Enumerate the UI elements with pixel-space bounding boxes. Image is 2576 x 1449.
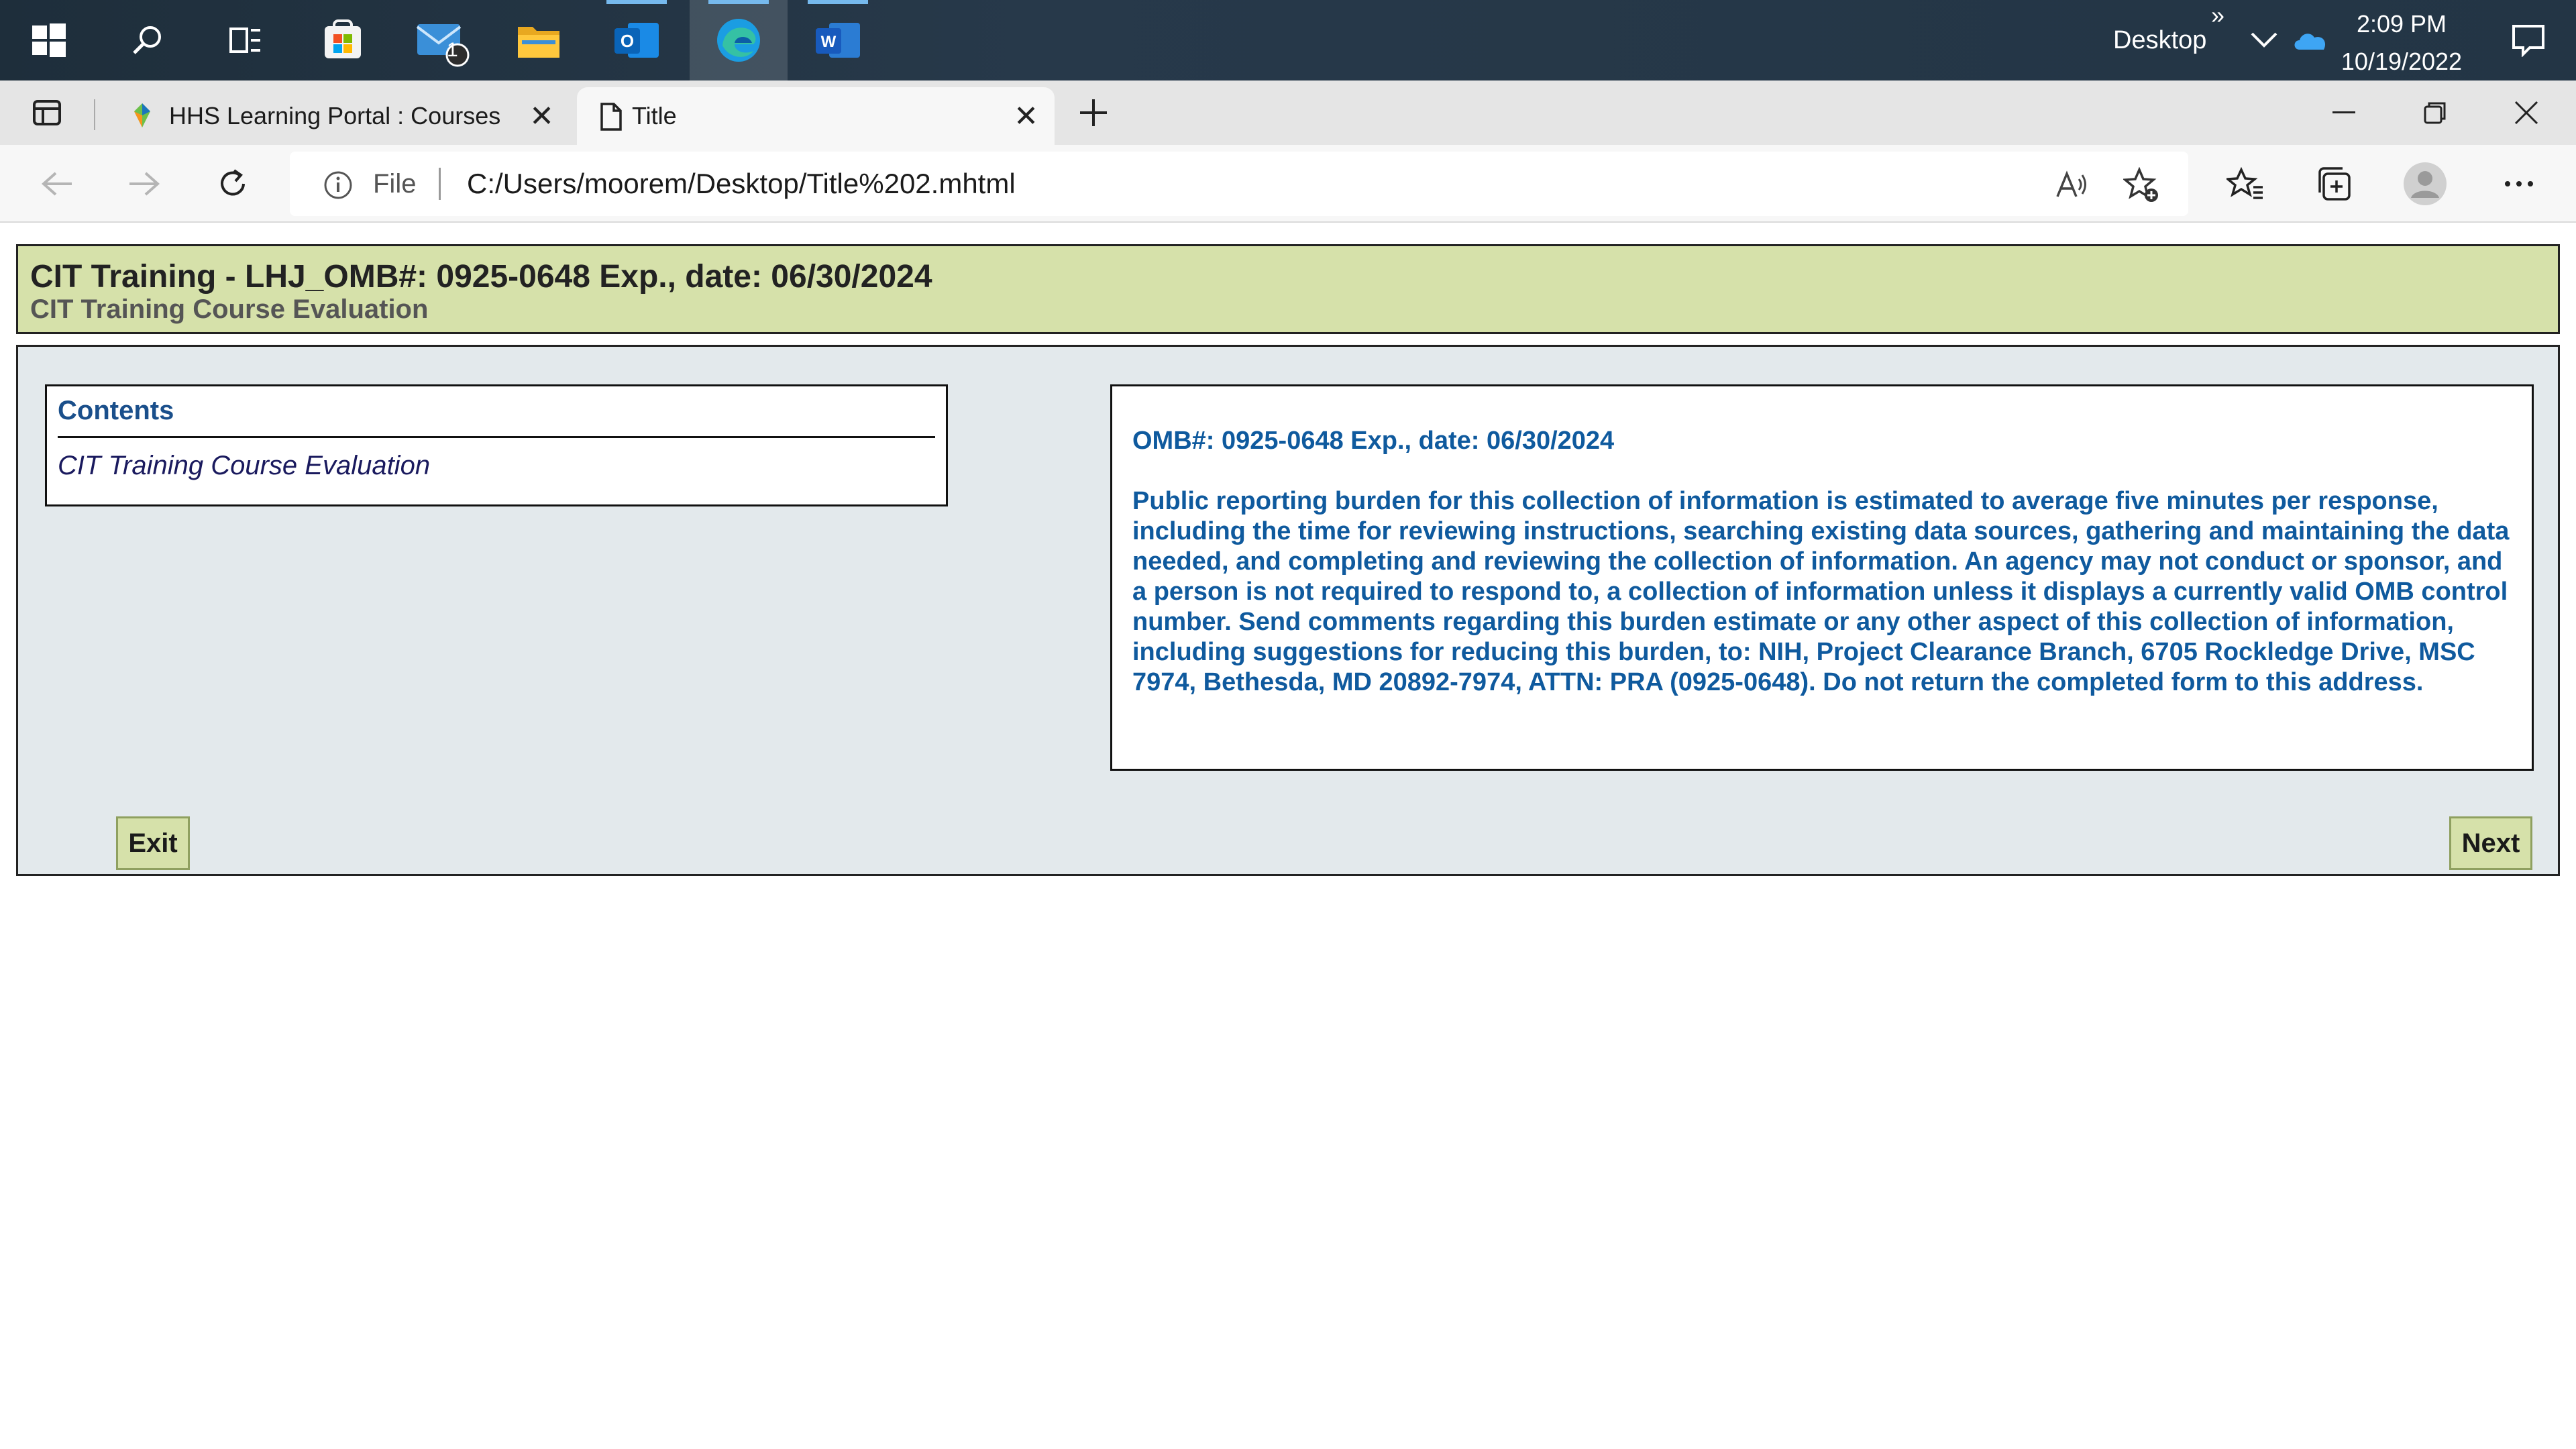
mail-badge: 1 xyxy=(447,39,458,61)
taskbar: 1 O W Desktop » 2:09 PM 10/19/2022 xyxy=(0,0,2576,80)
file-explorer-icon[interactable] xyxy=(490,0,588,80)
omb-burden-statement: Public reporting burden for this collect… xyxy=(1132,487,2510,696)
system-clock[interactable]: 2:09 PM 10/19/2022 xyxy=(2314,5,2489,80)
contents-divider xyxy=(58,436,935,438)
clock-date: 10/19/2022 xyxy=(2341,48,2463,75)
word-icon[interactable]: W xyxy=(789,0,887,80)
task-view-icon[interactable] xyxy=(196,0,294,80)
profile-avatar-icon[interactable] xyxy=(2388,145,2462,223)
new-tab-icon[interactable] xyxy=(1060,80,1127,145)
svg-text:W: W xyxy=(821,33,837,51)
forward-icon[interactable] xyxy=(107,145,181,223)
clock-time: 2:09 PM xyxy=(2356,10,2447,38)
tab-strip: HHS Learning Portal : Courses ✕ Title ✕ xyxy=(0,80,2576,145)
read-aloud-icon[interactable] xyxy=(2053,166,2090,204)
favorites-icon[interactable] xyxy=(2208,145,2282,223)
tab-title: HHS Learning Portal : Courses xyxy=(169,102,501,129)
tab-title-page[interactable]: Title ✕ xyxy=(577,87,1055,145)
tab-close-icon[interactable]: ✕ xyxy=(529,99,554,133)
outlook-icon[interactable]: O xyxy=(588,0,686,80)
contents-heading: Contents xyxy=(58,396,174,425)
collections-icon[interactable] xyxy=(2297,145,2371,223)
action-center-icon[interactable] xyxy=(2485,0,2572,80)
address-bar-row: File C:/Users/moorem/Desktop/Title%202.m… xyxy=(0,145,2576,223)
omb-notice-box: OMB#: 0925-0648 Exp., date: 06/30/2024 P… xyxy=(1110,384,2534,771)
tab-title: Title xyxy=(632,102,677,129)
page-title: CIT Training - LHJ_OMB#: 0925-0648 Exp.,… xyxy=(30,259,932,294)
url-text[interactable]: C:/Users/moorem/Desktop/Title%202.mhtml xyxy=(467,168,1016,200)
tab-close-icon[interactable]: ✕ xyxy=(1014,99,1038,133)
store-icon[interactable] xyxy=(294,0,392,80)
close-window-icon[interactable] xyxy=(2481,80,2572,145)
contents-box: Contents CIT Training Course Evaluation xyxy=(45,384,948,506)
omb-heading: OMB#: 0925-0648 Exp., date: 06/30/2024 xyxy=(1132,427,1615,455)
file-scheme-label: File xyxy=(373,169,417,199)
tab-divider xyxy=(94,99,95,130)
add-favorite-icon[interactable] xyxy=(2123,166,2160,204)
restore-icon[interactable] xyxy=(2390,80,2481,145)
chevron-down-icon[interactable] xyxy=(2241,0,2288,80)
refresh-icon[interactable] xyxy=(196,145,270,223)
minimize-icon[interactable] xyxy=(2298,80,2390,145)
hhs-portal-favicon-icon xyxy=(130,102,154,135)
tab-hhs-learning-portal[interactable]: HHS Learning Portal : Courses ✕ xyxy=(114,87,570,145)
toolbar-overflow-icon[interactable]: » xyxy=(2211,1,2224,30)
edge-icon[interactable] xyxy=(690,0,788,80)
mail-icon[interactable]: 1 xyxy=(392,0,490,80)
svg-text:O: O xyxy=(621,31,634,51)
windows-start-icon[interactable] xyxy=(0,0,98,80)
document-favicon-icon xyxy=(600,102,623,138)
search-icon[interactable] xyxy=(98,0,196,80)
site-info-icon[interactable] xyxy=(323,170,353,203)
contents-item-course-evaluation[interactable]: CIT Training Course Evaluation xyxy=(58,451,430,481)
exit-button[interactable]: Exit xyxy=(116,816,190,870)
address-bar[interactable]: File C:/Users/moorem/Desktop/Title%202.m… xyxy=(290,152,2188,216)
page-header: CIT Training - LHJ_OMB#: 0925-0648 Exp.,… xyxy=(16,244,2560,334)
desktop-toolbar-label[interactable]: Desktop xyxy=(2113,0,2206,80)
back-icon[interactable] xyxy=(20,145,94,223)
page-subtitle: CIT Training Course Evaluation xyxy=(30,294,429,324)
address-separator xyxy=(439,168,441,200)
next-button[interactable]: Next xyxy=(2449,816,2532,870)
more-options-icon[interactable] xyxy=(2482,145,2556,223)
main-panel: Contents CIT Training Course Evaluation … xyxy=(16,345,2560,876)
tab-actions-icon[interactable] xyxy=(20,80,74,145)
